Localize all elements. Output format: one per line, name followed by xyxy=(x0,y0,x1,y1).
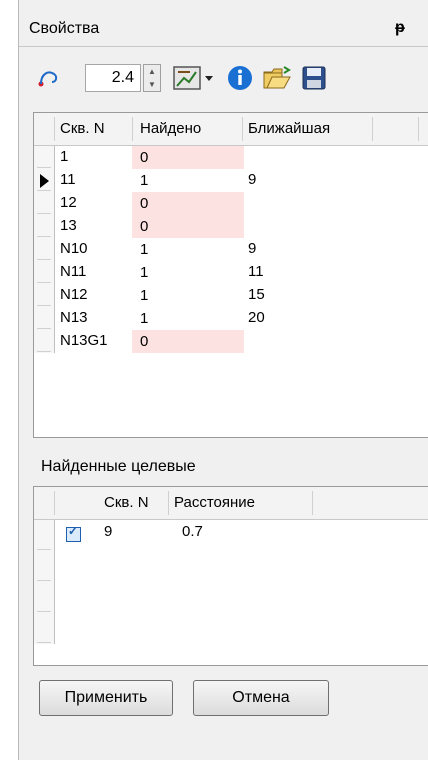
save-icon[interactable] xyxy=(299,64,329,92)
table-row[interactable]: N11 1 11 xyxy=(34,261,428,284)
cell-skv[interactable]: N13G1 xyxy=(60,332,108,349)
cell-skv[interactable]: N13 xyxy=(60,309,88,326)
panel-title: Свойства xyxy=(29,20,100,37)
current-row-icon xyxy=(40,174,49,188)
table-row[interactable] xyxy=(34,613,428,644)
targets-grid-header: Скв. N Расстояние xyxy=(34,487,428,520)
cell-found[interactable]: 1 xyxy=(132,238,244,261)
open-folder-icon[interactable] xyxy=(261,64,293,92)
row-selector[interactable] xyxy=(34,146,55,169)
table-row[interactable]: 13 0 xyxy=(34,215,428,238)
spin-up-icon[interactable]: ▲ xyxy=(144,65,160,78)
radius-icon[interactable] xyxy=(33,64,63,92)
cell-nearest[interactable]: 9 xyxy=(248,240,256,257)
toolbar: 2.4 ▲ ▼ xyxy=(19,50,428,102)
targets-section-label: Найденные целевые xyxy=(41,458,196,475)
cell-skv[interactable]: 13 xyxy=(60,217,77,234)
radius-spinner[interactable]: ▲ ▼ xyxy=(143,64,161,92)
targets-grid: Скв. N Расстояние 90.7 xyxy=(33,486,428,666)
apply-button[interactable]: Применить xyxy=(39,680,173,716)
row-selector[interactable] xyxy=(34,330,55,353)
row-selector[interactable] xyxy=(34,582,55,613)
table-row[interactable] xyxy=(34,551,428,582)
cell-found[interactable]: 0 xyxy=(132,330,244,353)
table-row[interactable]: N10 1 9 xyxy=(34,238,428,261)
row-selector[interactable] xyxy=(34,284,55,307)
wells-grid: Скв. N Найдено Ближайшая 1 0 11 1 9 12 0 13 0 N10… xyxy=(33,112,428,438)
wells-grid-header: Скв. N Найдено Ближайшая xyxy=(34,113,428,146)
row-selector[interactable] xyxy=(34,520,55,551)
cell-skv[interactable]: N10 xyxy=(60,240,88,257)
row-selector[interactable] xyxy=(34,169,55,192)
cell-skv[interactable]: 12 xyxy=(60,194,77,211)
cancel-button[interactable]: Отмена xyxy=(193,680,329,716)
cell-nearest[interactable]: 9 xyxy=(248,171,256,188)
style-dropdown-button[interactable] xyxy=(171,64,217,92)
cell-found[interactable]: 0 xyxy=(132,192,244,215)
row-selector[interactable] xyxy=(34,261,55,284)
col-header-target-skv[interactable]: Скв. N xyxy=(104,494,149,511)
cell-skv[interactable]: 1 xyxy=(60,148,68,165)
table-row[interactable]: N12 1 15 xyxy=(34,284,428,307)
table-row[interactable] xyxy=(34,582,428,613)
properties-panel: Свойства ᵽ 2.4 ▲ ▼ Скв. N Найдено Ближай… xyxy=(18,0,428,760)
row-selector[interactable] xyxy=(34,307,55,330)
cell-found[interactable]: 0 xyxy=(132,146,244,169)
cell-found[interactable]: 1 xyxy=(132,169,244,192)
row-selector[interactable] xyxy=(34,551,55,582)
row-selector[interactable] xyxy=(34,238,55,261)
pin-icon[interactable]: ᵽ xyxy=(395,19,405,37)
cell-skv[interactable]: N12 xyxy=(60,286,88,303)
cell-found[interactable]: 1 xyxy=(132,307,244,330)
radius-input[interactable]: 2.4 xyxy=(85,64,141,92)
cell-distance[interactable]: 0.7 xyxy=(182,523,203,540)
cell-found[interactable]: 1 xyxy=(132,284,244,307)
cell-target-skv[interactable]: 9 xyxy=(104,523,112,540)
row-selector[interactable] xyxy=(34,192,55,215)
col-header-skv[interactable]: Скв. N xyxy=(60,120,105,137)
cell-skv[interactable]: N11 xyxy=(60,263,86,280)
row-selector[interactable] xyxy=(34,613,55,644)
table-row[interactable]: 11 1 9 xyxy=(34,169,428,192)
info-icon[interactable] xyxy=(225,64,255,92)
col-header-distance[interactable]: Расстояние xyxy=(174,494,255,511)
cell-nearest[interactable]: 20 xyxy=(248,309,265,326)
table-row[interactable]: 12 0 xyxy=(34,192,428,215)
col-header-found[interactable]: Найдено xyxy=(140,120,201,137)
target-checkbox[interactable] xyxy=(66,524,81,542)
table-row[interactable]: N13 1 20 xyxy=(34,307,428,330)
col-header-nearest[interactable]: Ближайшая xyxy=(248,120,330,137)
spin-down-icon[interactable]: ▼ xyxy=(144,78,160,91)
table-row[interactable]: 10 xyxy=(34,146,428,169)
table-row[interactable]: 90.7 xyxy=(34,520,428,551)
row-selector[interactable] xyxy=(34,215,55,238)
cell-found[interactable]: 0 xyxy=(132,215,244,238)
table-row[interactable]: N13G1 0 xyxy=(34,330,428,353)
cell-skv[interactable]: 11 xyxy=(60,171,76,188)
cell-nearest[interactable]: 11 xyxy=(248,263,264,280)
cell-found[interactable]: 1 xyxy=(132,261,244,284)
panel-titlebar: Свойства ᵽ xyxy=(19,10,428,47)
cell-nearest[interactable]: 15 xyxy=(248,286,265,303)
